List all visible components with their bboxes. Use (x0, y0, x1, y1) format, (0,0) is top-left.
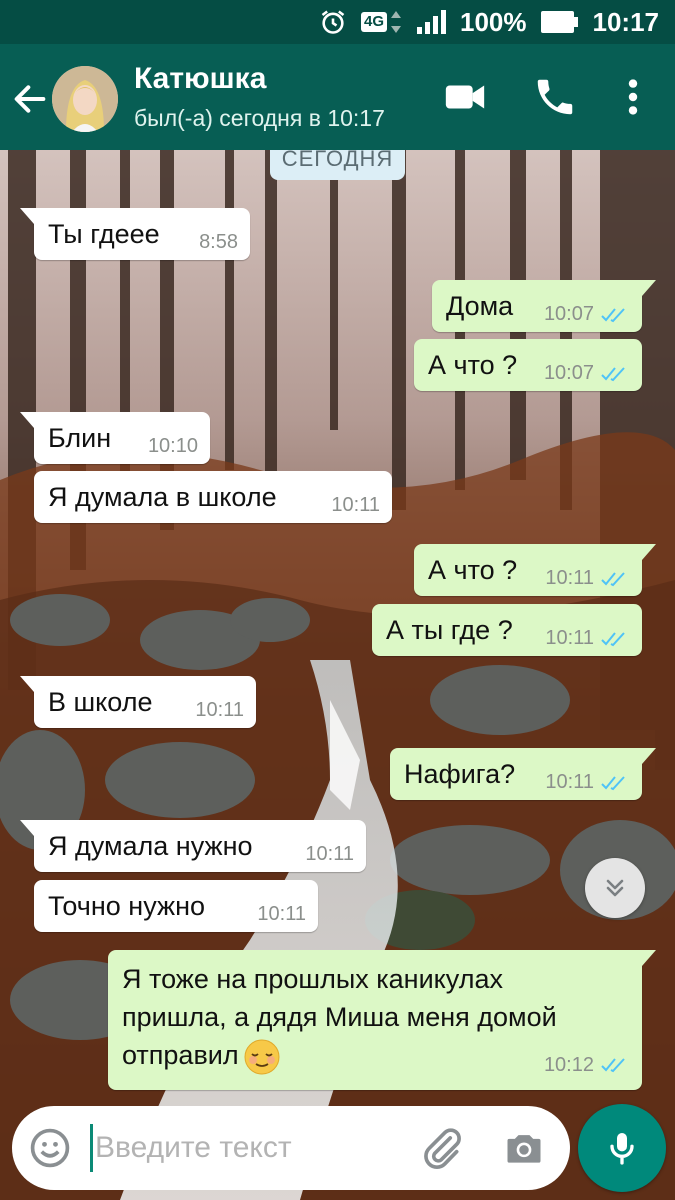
message-incoming[interactable]: Я думала нужно 10:11 (20, 820, 366, 872)
read-ticks-icon (601, 775, 625, 790)
message-outgoing[interactable]: Я тоже на прошлых каникулах пришла, а дя… (108, 950, 656, 1090)
status-bar: 4G 100% 10:17 (0, 0, 675, 44)
message-incoming[interactable]: Ты гдеее 8:58 (20, 208, 250, 260)
contact-name[interactable]: Катюшка (134, 62, 266, 96)
video-call-icon[interactable] (442, 74, 488, 120)
relieved-face-emoji-icon (244, 1039, 280, 1075)
signal-icon (416, 9, 446, 35)
message-incoming[interactable]: Я думала в школе 10:11 (34, 471, 392, 523)
message-text: Дома (446, 290, 514, 321)
contact-last-seen: был(-а) сегодня в 10:17 (134, 105, 385, 131)
voice-call-icon[interactable] (532, 74, 578, 120)
message-text: Ты гдеее (48, 218, 160, 249)
voice-record-button[interactable] (578, 1104, 666, 1192)
message-text: А что ? (428, 349, 518, 380)
message-time: 10:11 (331, 494, 380, 516)
message-time: 10:11 (257, 903, 306, 925)
double-chevron-down-icon (606, 879, 624, 897)
alarm-icon (319, 8, 347, 36)
message-text: Нафига? (404, 758, 516, 789)
battery-percent: 100% (460, 6, 527, 37)
message-time: 8:58 (199, 231, 238, 253)
message-incoming[interactable]: В школе 10:11 (20, 676, 256, 728)
read-ticks-icon (601, 307, 625, 322)
message-incoming[interactable]: Точно нужно 10:11 (34, 880, 318, 932)
read-ticks-icon (601, 366, 625, 381)
message-time: 10:11 (545, 771, 594, 793)
message-time: 10:10 (147, 435, 198, 457)
message-outgoing[interactable]: Нафига? 10:11 (390, 748, 656, 800)
message-outgoing[interactable]: А что ? 10:07 (414, 339, 642, 391)
battery-icon (540, 10, 579, 34)
microphone-icon (610, 1133, 634, 1165)
message-text: Я думала нужно (48, 830, 253, 861)
message-time: 10:07 (543, 303, 594, 325)
message-incoming[interactable]: Блин 10:10 (20, 412, 210, 464)
clock: 10:17 (592, 6, 660, 37)
message-input-bar: Введите текст (12, 1106, 570, 1190)
read-ticks-icon (601, 571, 625, 586)
scroll-to-bottom-button[interactable] (585, 858, 645, 918)
data-arrows-icon (391, 11, 401, 33)
message-text: Я думала в школе (48, 481, 277, 512)
message-time: 10:11 (545, 567, 594, 589)
attach-icon[interactable] (420, 1126, 464, 1170)
message-outgoing[interactable]: А ты где ? 10:11 (372, 604, 642, 656)
message-list: СЕГОДНЯ Ты гдеее 8:58 Дома 10:07 А что ?… (0, 138, 675, 1095)
message-text: А что ? (428, 554, 518, 585)
avatar[interactable] (52, 66, 118, 132)
more-options-icon[interactable] (610, 74, 656, 120)
camera-icon[interactable] (502, 1126, 546, 1170)
message-time: 10:07 (543, 362, 594, 384)
message-text: Я тоже на прошлых каникулах пришла, а дя… (122, 964, 557, 1070)
chat-header: Катюшка был(-а) сегодня в 10:17 (0, 44, 675, 150)
emoji-icon[interactable] (28, 1126, 72, 1170)
message-time: 10:11 (195, 699, 244, 721)
message-text: А ты где ? (386, 614, 513, 645)
message-outgoing[interactable]: А что ? 10:11 (414, 544, 656, 596)
read-ticks-icon (601, 1058, 625, 1073)
message-outgoing[interactable]: Дома 10:07 (432, 280, 656, 332)
network-type: 4G (360, 12, 387, 32)
message-time: 10:12 (543, 1054, 594, 1076)
message-text: В школе (48, 686, 153, 717)
back-arrow-icon[interactable] (10, 79, 50, 119)
message-input[interactable]: Введите текст (90, 1124, 405, 1172)
message-text: Блин (48, 422, 112, 453)
message-text: Точно нужно (48, 890, 206, 921)
message-time: 10:11 (545, 627, 594, 649)
message-time: 10:11 (305, 843, 354, 865)
read-ticks-icon (601, 631, 625, 646)
